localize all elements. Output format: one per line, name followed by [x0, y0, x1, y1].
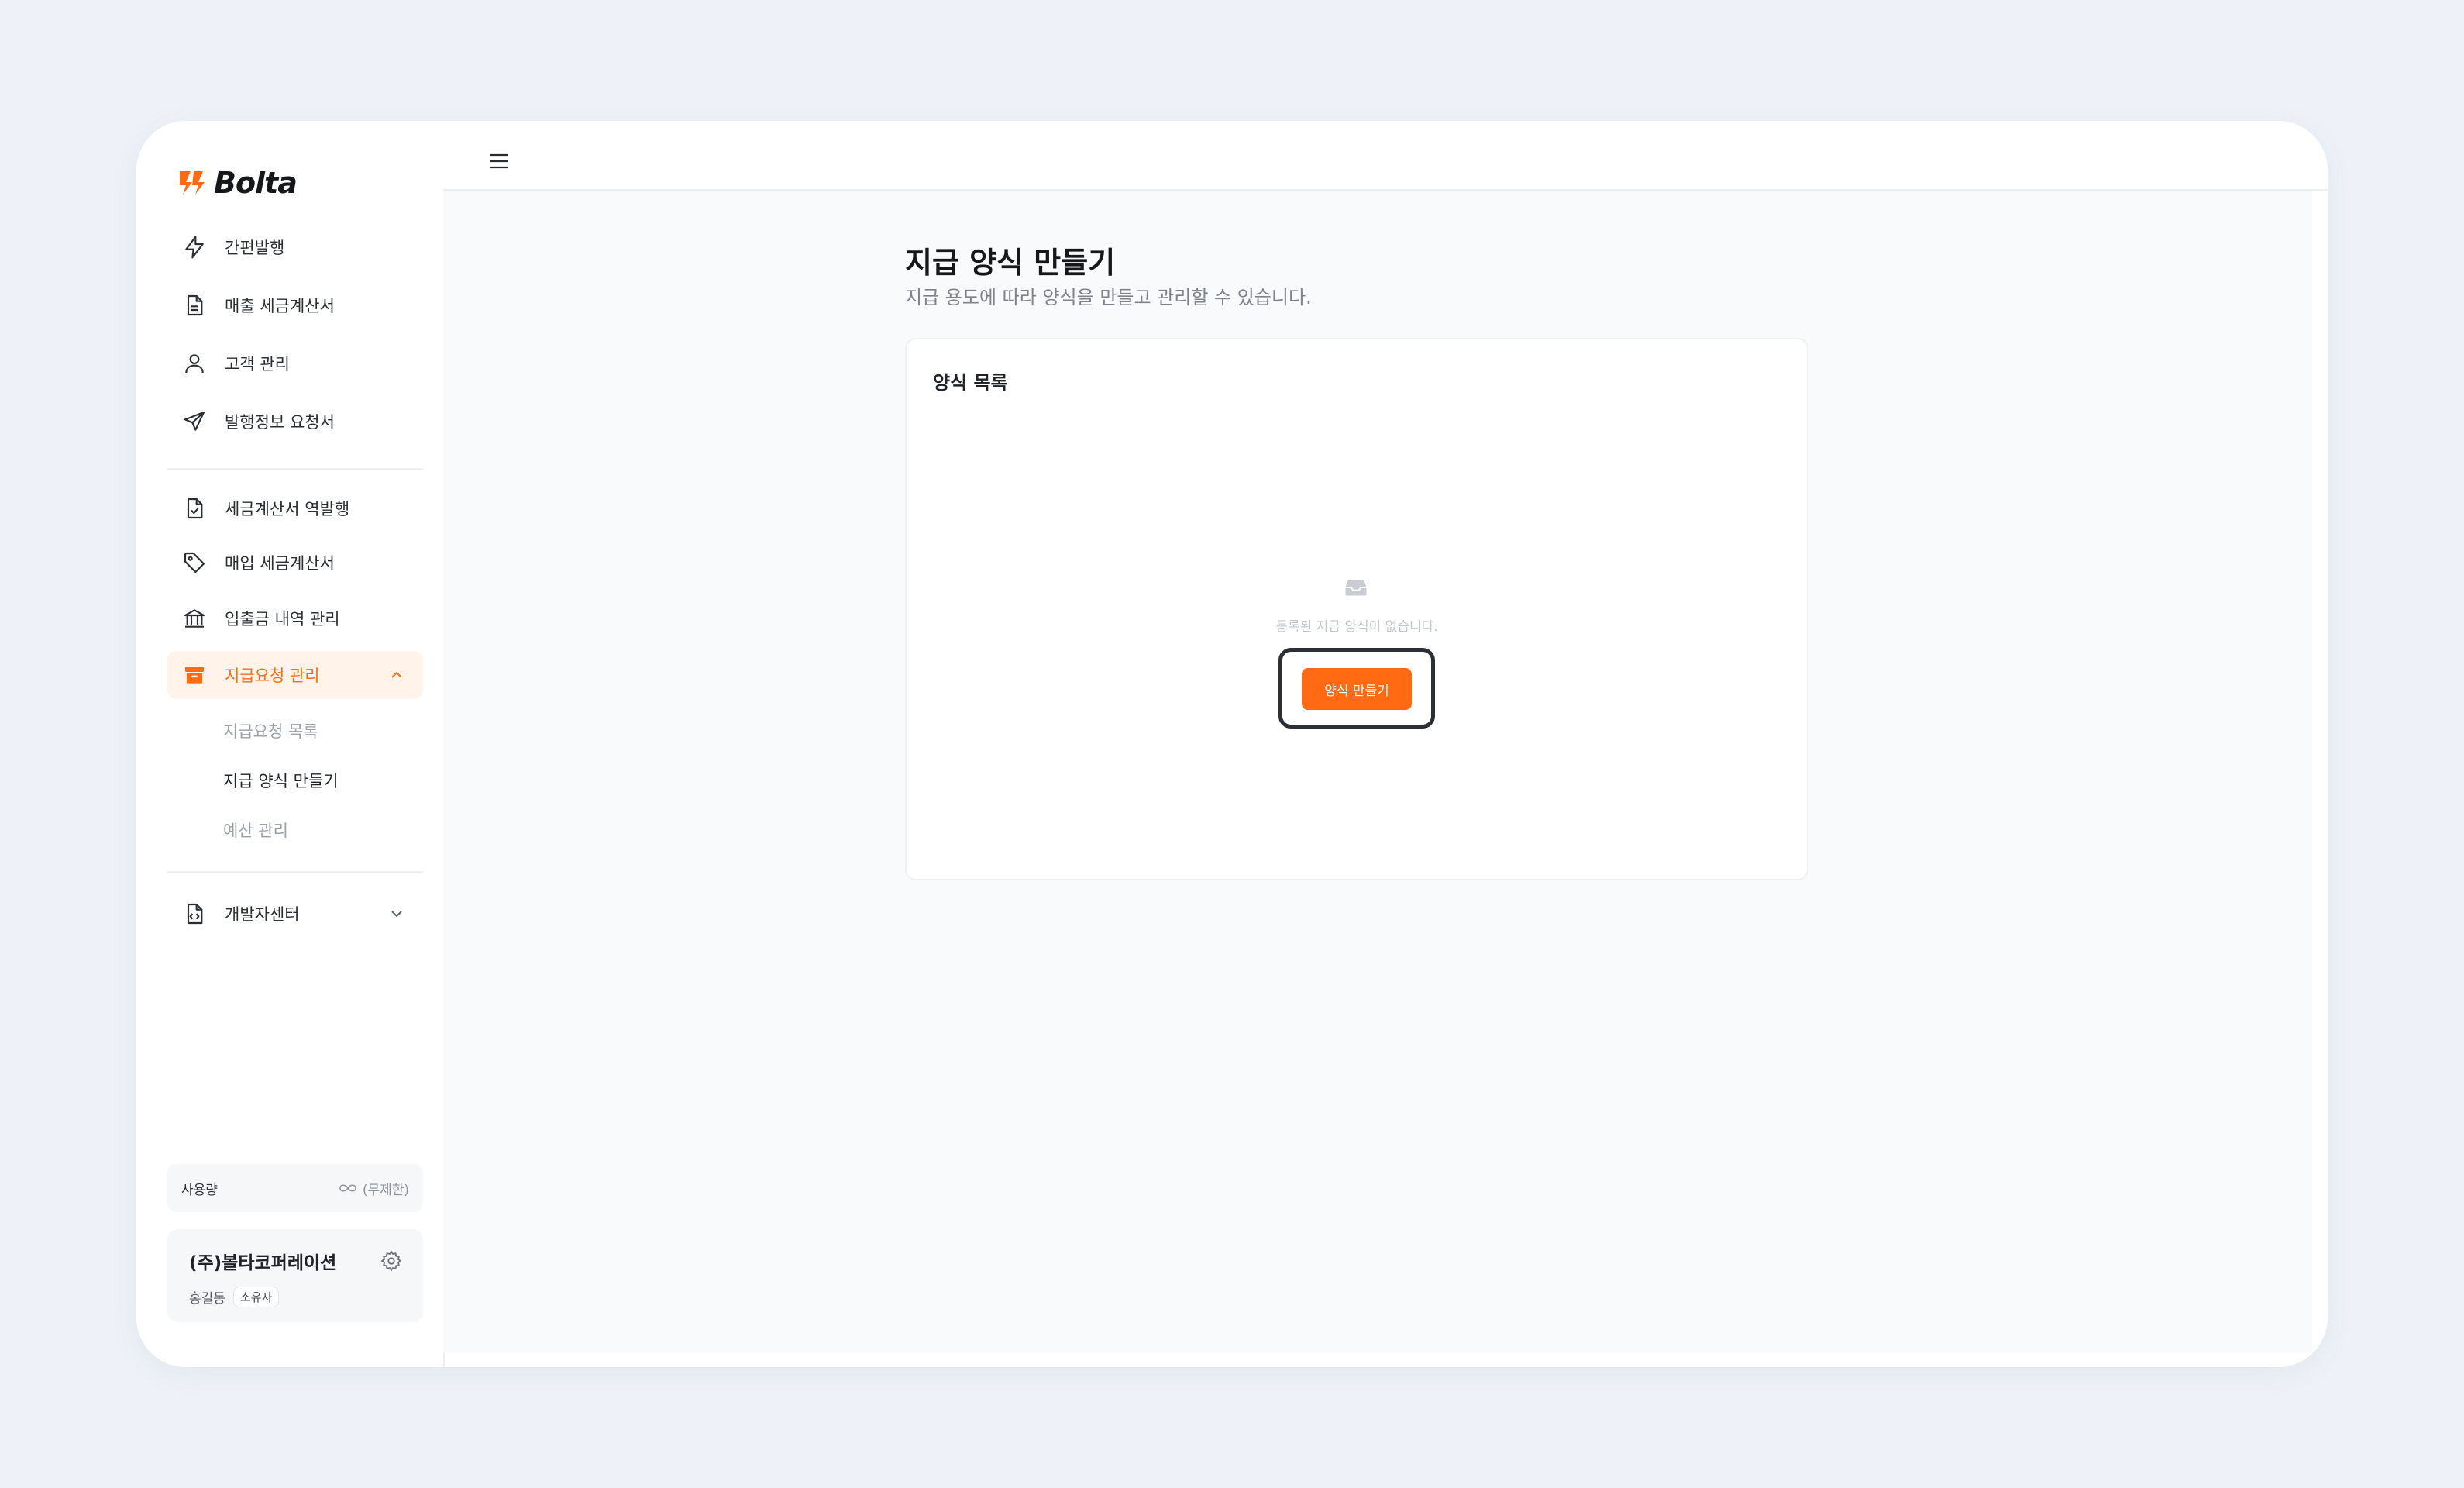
sidebar-item-label: 매출 세금계산서	[225, 297, 335, 315]
create-form-button[interactable]: 양식 만들기	[1302, 668, 1412, 710]
form-list-card: 양식 목록 등록된 지급 양식이 없습니다. 양식 만들기	[905, 338, 1808, 880]
sidebar-subitem-budget[interactable]: 예산 관리	[223, 818, 288, 842]
sidebar-item-sales-invoice[interactable]: 매출 세금계산서	[167, 281, 423, 329]
card-title: 양식 목록	[933, 372, 1008, 394]
gear-icon[interactable]	[380, 1249, 403, 1273]
sidebar-item-customers[interactable]: 고객 관리	[167, 339, 423, 388]
sidebar-subitem-payment-list[interactable]: 지급요청 목록	[223, 719, 318, 742]
page-subtitle: 지급 용도에 따라 양식을 만들고 관리할 수 있습니다.	[905, 287, 1312, 308]
empty-state-text: 등록된 지급 양식이 없습니다.	[1275, 619, 1438, 635]
document-check-icon	[181, 495, 208, 522]
brand-name: Bolta	[214, 166, 298, 200]
sidebar: Bolta 간편발행 매출 세금계산서 고객 관리 발행정보 요청서 세금계산서…	[136, 121, 445, 1367]
chevron-down-icon[interactable]	[387, 904, 406, 923]
brand-logo[interactable]: Bolta	[177, 160, 298, 206]
sidebar-item-label: 간편발행	[225, 239, 285, 257]
sidebar-item-bank-transactions[interactable]: 입출금 내역 관리	[167, 594, 423, 642]
company-panel: (주)볼타코퍼레이션 홍길동 소유자	[167, 1229, 423, 1322]
archive-icon	[181, 662, 208, 688]
company-name: (주)볼타코퍼레이션	[189, 1253, 337, 1273]
role-badge: 소유자	[232, 1286, 280, 1307]
sidebar-item-developer-center[interactable]: 개발자센터	[167, 890, 423, 938]
bank-icon	[181, 605, 208, 632]
sidebar-divider	[167, 468, 423, 470]
sidebar-divider	[167, 871, 423, 873]
usage-label: 사용량	[181, 1182, 218, 1198]
app-window: Bolta 간편발행 매출 세금계산서 고객 관리 발행정보 요청서 세금계산서…	[136, 121, 2328, 1367]
bolta-logo-icon	[180, 171, 205, 195]
user-name: 홍길동	[189, 1291, 225, 1307]
code-file-icon	[181, 901, 208, 927]
user-icon	[181, 350, 208, 377]
sidebar-item-reverse-issue[interactable]: 세금계산서 역발행	[167, 484, 423, 532]
send-icon	[181, 408, 208, 435]
empty-inbox-icon	[1345, 580, 1367, 596]
sidebar-item-quick-issue[interactable]: 간편발행	[167, 223, 423, 271]
chevron-up-icon[interactable]	[387, 666, 406, 684]
sidebar-item-purchase-invoice[interactable]: 매입 세금계산서	[167, 539, 423, 587]
tag-icon	[181, 549, 208, 576]
usage-panel: 사용량 (무제한)	[167, 1164, 423, 1212]
sidebar-item-payment-requests[interactable]: 지급요청 관리	[167, 651, 423, 699]
main-content: 지급 양식 만들기 지급 용도에 따라 양식을 만들고 관리할 수 있습니다. …	[443, 191, 2312, 1353]
document-icon	[181, 292, 208, 319]
usage-value-text: (무제한)	[362, 1182, 409, 1198]
sidebar-item-label: 세금계산서 역발행	[225, 500, 350, 518]
sidebar-subitem-create-form[interactable]: 지급 양식 만들기	[223, 769, 339, 792]
usage-value: (무제한)	[338, 1179, 409, 1198]
sidebar-item-label: 입출금 내역 관리	[225, 610, 340, 629]
sidebar-item-label: 매입 세금계산서	[225, 554, 335, 573]
bolt-icon	[181, 234, 208, 260]
page-title: 지급 양식 만들기	[905, 246, 1116, 280]
sidebar-item-issue-request[interactable]: 발행정보 요청서	[167, 398, 423, 446]
sidebar-item-label: 발행정보 요청서	[225, 413, 335, 432]
top-bar	[443, 121, 2328, 191]
sidebar-item-label: 고객 관리	[225, 355, 290, 374]
hamburger-menu-icon[interactable]	[487, 149, 511, 174]
infinity-icon	[339, 1184, 356, 1192]
company-meta: 홍길동 소유자	[189, 1286, 401, 1307]
sidebar-item-label: 지급요청 관리	[225, 666, 320, 685]
sidebar-item-label: 개발자센터	[225, 905, 300, 924]
